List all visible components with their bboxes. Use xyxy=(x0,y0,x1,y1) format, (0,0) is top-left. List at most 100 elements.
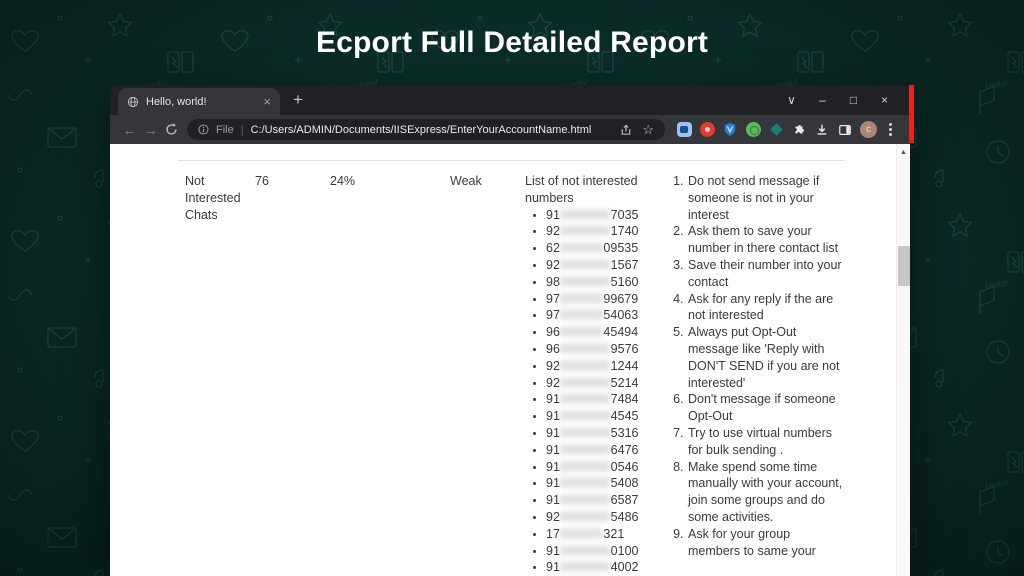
redacted-digits: 0000000 xyxy=(560,509,611,526)
number-suffix: 1567 xyxy=(611,258,639,272)
downloads-icon[interactable] xyxy=(814,122,830,138)
phone-number-item: 9100000005316 xyxy=(546,425,648,442)
suggestion-item: Try to use virtual numbers for bulk send… xyxy=(687,425,845,459)
redacted-digits: 0000000 xyxy=(560,492,611,509)
phone-number-item: 9100000005408 xyxy=(546,475,648,492)
number-suffix: 6587 xyxy=(611,493,639,507)
numbers-heading: List of not interested numbers xyxy=(525,173,648,207)
number-suffix: 0100 xyxy=(611,544,639,558)
number-prefix: 92 xyxy=(546,258,560,272)
browser-tab[interactable]: Hello, world! × xyxy=(118,88,280,115)
number-suffix: 1244 xyxy=(611,359,639,373)
phone-number-item: 9600000045494 xyxy=(546,324,648,341)
forward-icon[interactable]: → xyxy=(140,123,161,137)
scrollbar-thumb[interactable] xyxy=(898,246,910,286)
phone-number-item: 9800000005160 xyxy=(546,274,648,291)
redacted-digits: 000000 xyxy=(560,240,604,257)
number-suffix: 5214 xyxy=(611,376,639,390)
redacted-digits: 0000000 xyxy=(560,274,611,291)
phone-number-item: 9100000007484 xyxy=(546,391,648,408)
number-suffix: 1740 xyxy=(611,224,639,238)
redacted-digits: 000000 xyxy=(560,307,604,324)
extension-shield-icon[interactable] xyxy=(722,122,738,138)
number-prefix: 91 xyxy=(546,460,560,474)
extensions-row: c xyxy=(676,121,896,138)
redacted-digits: 0000000 xyxy=(560,257,611,274)
redacted-digits: 0000000 xyxy=(560,543,611,560)
address-bar-actions: ☆ xyxy=(620,123,654,136)
restore-down-icon[interactable]: ∨ xyxy=(776,85,807,115)
extensions-puzzle-icon[interactable] xyxy=(791,122,807,138)
new-tab-button[interactable]: + xyxy=(293,91,303,110)
redacted-digits: 0000000 xyxy=(560,442,611,459)
tab-close-icon[interactable]: × xyxy=(263,95,271,108)
redacted-digits: 0000000 xyxy=(560,207,611,224)
number-suffix: 5486 xyxy=(611,510,639,524)
number-prefix: 91 xyxy=(546,443,560,457)
suggestion-item: Ask for your group members to same your xyxy=(687,526,845,560)
scrollbar-up-icon[interactable]: ▲ xyxy=(897,144,910,156)
recording-indicator-strip xyxy=(909,85,914,143)
extension-red-icon[interactable] xyxy=(699,122,715,138)
redacted-digits: 0000000 xyxy=(560,375,611,392)
number-suffix: 09535 xyxy=(603,241,638,255)
phone-number-item: 9200000005214 xyxy=(546,375,648,392)
number-suffix: 5160 xyxy=(611,275,639,289)
extension-green-icon[interactable] xyxy=(745,122,761,138)
side-panel-icon[interactable] xyxy=(837,122,853,138)
share-icon[interactable] xyxy=(620,124,632,136)
url-scheme-label: File xyxy=(216,124,234,136)
close-icon[interactable]: × xyxy=(869,85,900,115)
profile-avatar[interactable]: c xyxy=(860,121,877,138)
number-prefix: 91 xyxy=(546,426,560,440)
phone-number-item: 9200000001244 xyxy=(546,358,648,375)
phone-number-item: 9700000054063 xyxy=(546,307,648,324)
redacted-digits: 000000 xyxy=(560,324,604,341)
extension-diamond-icon[interactable] xyxy=(768,122,784,138)
phone-number-item: 9100000007035 xyxy=(546,207,648,224)
redacted-digits: 0000000 xyxy=(560,223,611,240)
row-strength: Weak xyxy=(450,173,525,190)
url-path[interactable]: C:/Users/ADMIN/Documents/IISExpress/Ente… xyxy=(251,124,614,136)
minimize-icon[interactable]: – xyxy=(807,85,838,115)
phone-number-item: 9700000099679 xyxy=(546,291,648,308)
phone-number-item: 9600000009576 xyxy=(546,341,648,358)
maximize-icon[interactable]: □ xyxy=(838,85,869,115)
redacted-digits: 0000000 xyxy=(560,459,611,476)
number-suffix: 7484 xyxy=(611,392,639,406)
url-divider: | xyxy=(241,124,244,136)
numbers-column: List of not interested numbers 910000000… xyxy=(525,173,670,576)
number-suffix: 5316 xyxy=(611,426,639,440)
suggestion-item: Always put Opt-Out message like 'Reply w… xyxy=(687,324,845,391)
number-prefix: 91 xyxy=(546,208,560,222)
number-prefix: 97 xyxy=(546,308,560,322)
suggestion-item: Make spend some time manually with your … xyxy=(687,459,845,526)
bookmark-star-icon[interactable]: ☆ xyxy=(642,123,654,136)
table-row: Not Interested Chats 76 24% Weak List of… xyxy=(178,160,845,576)
number-suffix: 321 xyxy=(603,527,624,541)
suggestion-item: Ask them to save your number in there co… xyxy=(687,223,845,257)
number-prefix: 62 xyxy=(546,241,560,255)
number-suffix: 9576 xyxy=(611,342,639,356)
number-prefix: 96 xyxy=(546,342,560,356)
menu-kebab-icon[interactable] xyxy=(884,121,896,138)
suggestion-item: Save their number into your contact xyxy=(687,257,845,291)
phone-number-item: 9100000000100 xyxy=(546,543,648,560)
tab-title: Hello, world! xyxy=(146,96,256,108)
number-prefix: 97 xyxy=(546,292,560,306)
back-icon[interactable]: ← xyxy=(119,123,140,137)
number-suffix: 7035 xyxy=(611,208,639,222)
phone-number-item: 6200000009535 xyxy=(546,240,648,257)
row-label: Not Interested Chats xyxy=(178,173,255,223)
browser-toolbar: ← → File | C:/Users/ADMIN/Documents/IISE… xyxy=(110,115,910,144)
page-scrollbar[interactable]: ▲ xyxy=(896,144,910,576)
number-prefix: 98 xyxy=(546,275,560,289)
page-content: Not Interested Chats 76 24% Weak List of… xyxy=(110,144,910,576)
reload-icon[interactable] xyxy=(161,123,182,136)
phone-number-item: 17000000321 xyxy=(546,526,648,543)
address-bar[interactable]: File | C:/Users/ADMIN/Documents/IISExpre… xyxy=(187,119,665,140)
page-info-icon[interactable] xyxy=(198,124,209,135)
redacted-digits: 0000000 xyxy=(560,559,611,576)
redacted-digits: 0000000 xyxy=(560,475,611,492)
extension-capture-icon[interactable] xyxy=(676,122,692,138)
